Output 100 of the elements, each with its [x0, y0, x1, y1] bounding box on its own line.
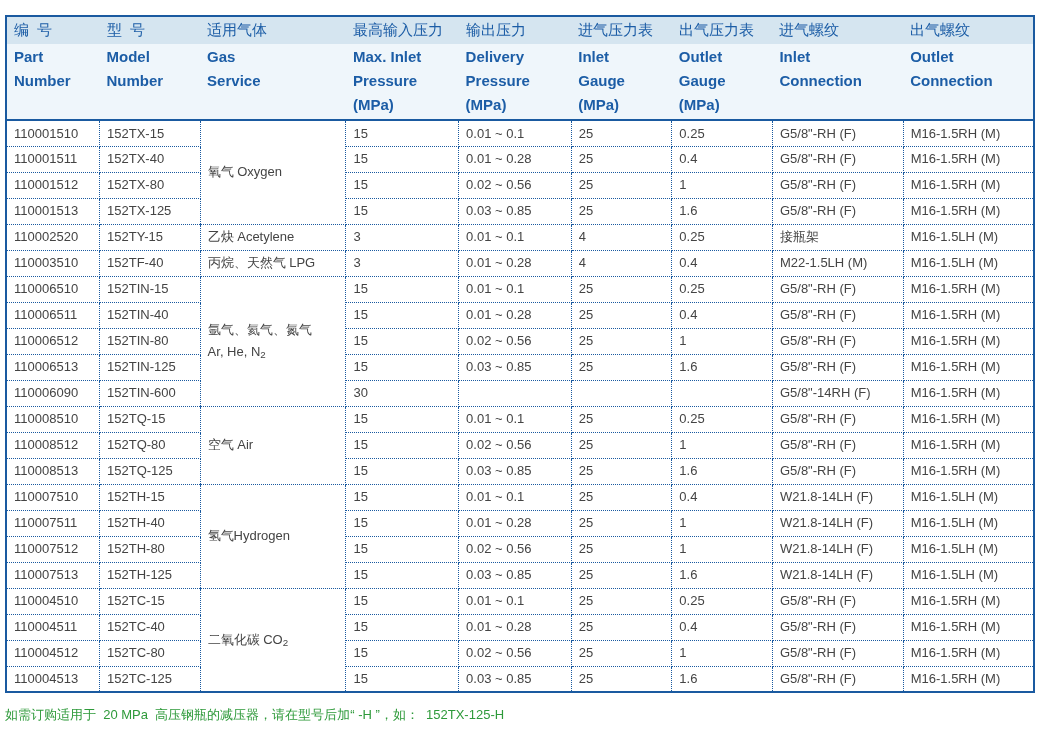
table-cell: 0.01 ~ 0.28 [466, 255, 532, 271]
table-cell: 0.02 ~ 0.56 [466, 541, 532, 557]
table-cell: 152TIN-125 [99, 354, 201, 380]
table-cell: 152TX-40 [99, 146, 201, 172]
column-header: Max. Inlet Pressure (MPa) [345, 44, 459, 120]
table-cell: W21.8-14LH (F) [779, 515, 874, 531]
table-cell: 0.01 ~ 0.28 [466, 151, 532, 167]
table-cell: 152TC-125 [99, 666, 201, 692]
column-header: Outlet Gauge (MPa) [671, 44, 773, 120]
table-cell: 0.03 ~ 0.85 [466, 671, 532, 686]
table-cell: M16-1.5RH (M) [910, 411, 1001, 427]
table-cell: 4 [578, 229, 586, 245]
table-cell: 110006510 [6, 276, 100, 302]
table-cell: 0.25 [679, 125, 705, 141]
table-cell: 25 [578, 593, 594, 609]
table-cell: 152TQ-125 [99, 458, 201, 484]
table-cell: 1.6 [679, 203, 698, 219]
table-cell: 0.01 ~ 0.28 [466, 307, 532, 323]
table-cell: W21.8-14LH (F) [779, 541, 874, 557]
table-cell: M16-1.5RH (M) [910, 125, 1001, 141]
table-cell: 25 [578, 489, 594, 505]
table-cell: 15 [353, 567, 368, 583]
table-cell: 110007512 [6, 536, 100, 562]
table-cell: 15 [353, 593, 368, 609]
table-cell: 25 [578, 437, 594, 453]
table-cell: G5/8"-14RH (F) [779, 385, 871, 401]
table-cell: M16-1.5RH (M) [910, 359, 1001, 375]
table-cell: 0.4 [679, 151, 698, 167]
table-cell: 152TIN-80 [99, 328, 201, 354]
table-cell: 25 [578, 359, 594, 375]
table-cell: 15 [353, 203, 368, 219]
table-cell: G5/8"-RH (F) [779, 593, 857, 609]
table-cell: 1.6 [679, 671, 698, 686]
table-cell: M16-1.5LH (M) [910, 541, 999, 557]
column-header-zh: 最高输入压力 [345, 16, 459, 44]
table-cell: M16-1.5RH (M) [910, 437, 1001, 453]
table-cell: 0.03 ~ 0.85 [466, 359, 532, 375]
table-cell: 15 [353, 489, 368, 505]
table-cell: 110004512 [6, 640, 100, 666]
gas-cell: 丙烷、天然气 LPG [200, 250, 346, 276]
table-cell: 1 [679, 437, 687, 453]
table-cell: G5/8"-RH (F) [779, 411, 857, 427]
column-header-zh: 适用气体 [200, 16, 346, 44]
table-cell: 152TH-15 [99, 484, 201, 510]
table-cell: 0.01 ~ 0.28 [466, 515, 532, 531]
table-cell: 152TY-15 [99, 224, 201, 250]
table-cell: M16-1.5RH (M) [910, 593, 1001, 609]
table-cell: G5/8"-RH (F) [779, 177, 857, 193]
table-cell: 25 [578, 411, 594, 427]
table-cell: G5/8"-RH (F) [779, 333, 857, 349]
table-cell: 15 [353, 333, 368, 349]
table-cell: 110001512 [6, 172, 100, 198]
table-cell: 110006090 [6, 380, 100, 406]
table-cell: 0.03 ~ 0.85 [466, 567, 532, 583]
table-cell: 0.4 [679, 255, 698, 271]
table-cell: 25 [578, 333, 594, 349]
table-cell: 152TC-15 [99, 588, 201, 614]
table-cell: G5/8"-RH (F) [779, 203, 857, 219]
column-header-zh: 型 号 [99, 16, 201, 44]
table-cell: 110008510 [6, 406, 100, 432]
table-cell: M16-1.5RH (M) [910, 177, 1001, 193]
table-cell: 25 [578, 619, 594, 635]
table-cell: 152TX-15 [99, 120, 201, 146]
table-cell: 0.4 [679, 489, 698, 505]
table-cell: 30 [353, 385, 368, 401]
table-cell: 152TX-125 [99, 198, 201, 224]
table-cell: G5/8"-RH (F) [779, 671, 857, 686]
table-cell: 1 [679, 177, 687, 193]
column-header: Inlet Connection [772, 44, 904, 120]
table-cell: 15 [353, 411, 368, 427]
table-cell: 15 [353, 437, 368, 453]
table-cell: 25 [578, 567, 594, 583]
table-cell: 15 [353, 281, 368, 297]
table-cell: 0.4 [679, 307, 698, 323]
table-cell: 0.02 ~ 0.56 [466, 333, 532, 349]
table-cell: M16-1.5RH (M) [910, 645, 1001, 661]
table-cell: 0.01 ~ 0.1 [466, 125, 525, 141]
table-cell: 110001510 [6, 120, 100, 146]
table-cell: G5/8"-RH (F) [779, 307, 857, 323]
table-cell: 0.25 [679, 411, 705, 427]
table-cell: M16-1.5LH (M) [910, 567, 999, 583]
table-cell: 0.01 ~ 0.1 [466, 411, 525, 427]
table-cell: 0.25 [679, 593, 705, 609]
column-header-zh: 进气压力表 [571, 16, 672, 44]
table-cell: 0.01 ~ 0.1 [466, 489, 525, 505]
table-cell: 1.6 [679, 463, 698, 479]
table-cell: 1 [679, 515, 687, 531]
table-cell: G5/8"-RH (F) [779, 281, 857, 297]
table-cell: 110007510 [6, 484, 100, 510]
table-cell: 25 [578, 151, 594, 167]
gas-cell: 氧气 Oxygen [200, 120, 346, 224]
table-cell: W21.8-14LH (F) [779, 489, 874, 505]
table-cell: M16-1.5RH (M) [910, 671, 1001, 686]
table-cell: W21.8-14LH (F) [779, 567, 874, 583]
table-cell: 152TIN-40 [99, 302, 201, 328]
table-cell: 25 [578, 281, 594, 297]
table-cell: M16-1.5LH (M) [910, 489, 999, 505]
table-cell: 0.01 ~ 0.28 [466, 619, 532, 635]
table-cell: 0.01 ~ 0.1 [466, 593, 525, 609]
table-cell: 0.03 ~ 0.85 [466, 203, 532, 219]
